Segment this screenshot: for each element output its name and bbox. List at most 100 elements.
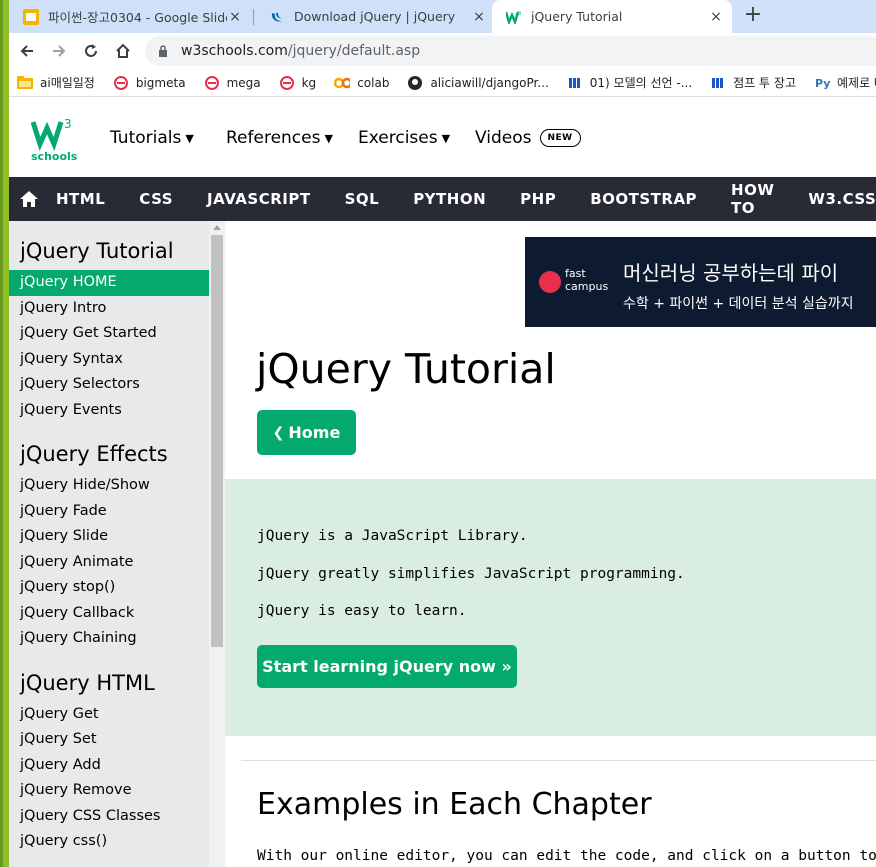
- sidebar-item-jquery-get-started[interactable]: jQuery Get Started: [9, 321, 209, 347]
- tab-bar: 파이썬-장고0304 - Google Slide × Download jQu…: [9, 0, 876, 33]
- google-slides-icon: [23, 8, 39, 25]
- sidebar-item-jquery-home[interactable]: jQuery HOME: [9, 270, 209, 296]
- main-content: fast campus 머신러닝 공부하는데 파이 수학 + 파이썬 + 데이터 …: [225, 221, 876, 867]
- ad-subline: 수학 + 파이썬 + 데이터 분석 실습까지: [623, 296, 854, 312]
- bookmark-kg[interactable]: kg: [279, 75, 316, 91]
- sidebar-item-jquery-syntax[interactable]: jQuery Syntax: [9, 347, 209, 373]
- sidebar-item-jquery-slide[interactable]: jQuery Slide: [9, 524, 209, 550]
- intro-line: jQuery is a JavaScript Library.: [257, 528, 528, 544]
- ad-headline: 머신러닝 공부하는데 파이: [623, 261, 839, 285]
- bookmark-jump-to-django[interactable]: 점프 투 장고: [710, 74, 796, 91]
- topic-html[interactable]: HTML: [39, 190, 122, 208]
- sidebar-heading: jQuery Effects: [20, 442, 168, 466]
- topic-how-to[interactable]: HOW TO: [714, 181, 791, 217]
- sidebar-item-jquery-animate[interactable]: jQuery Animate: [9, 550, 209, 576]
- sidebar-item-jquery-fade[interactable]: jQuery Fade: [9, 499, 209, 525]
- sidebar-item-jquery-events[interactable]: jQuery Events: [9, 398, 209, 424]
- topic-bootstrap[interactable]: BOOTSTRAP: [573, 190, 714, 208]
- scrollbar-thumb[interactable]: [211, 235, 223, 647]
- sidebar-item-jquery-get[interactable]: jQuery Get: [9, 702, 209, 728]
- sidebar-scrollbar[interactable]: [209, 221, 225, 867]
- topic-w3css[interactable]: W3.CSS: [791, 190, 876, 208]
- home-icon: [116, 43, 130, 58]
- bookmark-label: 예제로 배...: [837, 76, 876, 90]
- topic-css[interactable]: CSS: [122, 190, 190, 208]
- sidebar-item-jquery-intro[interactable]: jQuery Intro: [9, 296, 209, 322]
- section-text: With our online editor, you can edit the…: [257, 848, 876, 864]
- intro-line: jQuery is easy to learn.: [257, 603, 467, 619]
- lock-icon: [157, 44, 169, 58]
- nav-tutorials[interactable]: Tutorials ▼: [110, 128, 194, 148]
- tab-google-slides[interactable]: 파이썬-장고0304 - Google Slide ×: [9, 0, 251, 33]
- close-icon[interactable]: ×: [471, 9, 487, 25]
- sidebar-item-jquery-hide-show[interactable]: jQuery Hide/Show: [9, 473, 209, 499]
- bookmark-label: ai매일일정: [40, 76, 95, 90]
- colab-icon: [334, 75, 351, 91]
- home-button[interactable]: ❮ Home: [257, 410, 356, 455]
- w3schools-logo[interactable]: 3 schools: [30, 114, 83, 163]
- bookmark-mega[interactable]: mega: [204, 75, 261, 91]
- forward-button[interactable]: [47, 39, 71, 63]
- red-circle-icon: [279, 75, 295, 91]
- wikidocs-icon: [567, 75, 583, 91]
- sidebar-item-jquery-add[interactable]: jQuery Add: [9, 753, 209, 779]
- bookmark-model-declaration[interactable]: 01) 모델의 선언 -...: [567, 74, 692, 91]
- folder-icon: [17, 75, 33, 91]
- bookmark-label: colab: [357, 75, 390, 90]
- chevron-left-icon: ❮: [272, 424, 285, 441]
- bookmark-github[interactable]: aliciawill/djangoPr...: [407, 75, 549, 91]
- tab-title: 파이썬-장고0304 - Google Slide: [48, 10, 227, 25]
- svg-text:3: 3: [518, 11, 521, 17]
- ad-brand: fast campus: [565, 267, 609, 293]
- reload-icon: [85, 44, 97, 57]
- topic-php[interactable]: PHP: [503, 190, 573, 208]
- bookmark-colab[interactable]: colab: [334, 75, 389, 91]
- home-button[interactable]: [111, 39, 135, 63]
- sidebar-item-jquery-remove[interactable]: jQuery Remove: [9, 778, 209, 804]
- advertisement-banner[interactable]: fast campus 머신러닝 공부하는데 파이 수학 + 파이썬 + 데이터 …: [525, 237, 876, 327]
- tab-download-jquery[interactable]: Download jQuery | jQuery ×: [255, 0, 495, 33]
- red-circle-icon: [113, 75, 129, 91]
- svg-text:Py: Py: [815, 77, 830, 90]
- bookmark-bigmeta[interactable]: bigmeta: [113, 75, 186, 91]
- nav-exercises[interactable]: Exercises ▼: [358, 128, 450, 148]
- nav-references[interactable]: References ▼: [226, 128, 333, 148]
- topic-sql[interactable]: SQL: [328, 190, 397, 208]
- sidebar-item-jquery-css-classes[interactable]: jQuery CSS Classes: [9, 804, 209, 830]
- bookmark-label: 점프 투 장고: [733, 76, 796, 90]
- topic-python[interactable]: PYTHON: [396, 190, 503, 208]
- topic-javascript[interactable]: JAVASCRIPT: [190, 190, 328, 208]
- python-icon: Py: [814, 74, 830, 91]
- tab-jquery-tutorial[interactable]: 3 jQuery Tutorial ×: [492, 0, 732, 33]
- svg-text:3: 3: [64, 117, 72, 131]
- nav-label: Videos: [475, 128, 532, 148]
- bookmark-label: bigmeta: [135, 75, 186, 90]
- sidebar-item-jquery-selectors[interactable]: jQuery Selectors: [9, 372, 209, 398]
- reload-button[interactable]: [79, 39, 103, 63]
- sidebar-item-jquery-stop[interactable]: jQuery stop(): [9, 575, 209, 601]
- sidebar-item-jquery-css[interactable]: jQuery css(): [9, 829, 209, 855]
- bookmark-ai-schedule[interactable]: ai매일일정: [17, 74, 95, 91]
- divider: [241, 760, 876, 761]
- bookmark-python-examples[interactable]: Py 예제로 배...: [814, 74, 876, 91]
- sidebar-item-jquery-callback[interactable]: jQuery Callback: [9, 601, 209, 627]
- back-button[interactable]: [15, 39, 39, 63]
- sidebar: jQuery Tutorial jQuery HOME jQuery Intro…: [9, 221, 209, 867]
- close-icon[interactable]: ×: [227, 9, 243, 25]
- start-learning-button[interactable]: Start learning jQuery now »: [257, 645, 517, 688]
- new-tab-button[interactable]: +: [741, 4, 765, 28]
- close-icon[interactable]: ×: [708, 9, 724, 25]
- sidebar-item-jquery-chaining[interactable]: jQuery Chaining: [9, 626, 209, 652]
- home-link[interactable]: [19, 177, 39, 221]
- bookmark-label: 01) 모델의 선언 -...: [589, 76, 693, 90]
- scroll-up-arrow-icon[interactable]: [213, 225, 221, 230]
- address-bar[interactable]: w3schools.com/jquery/default.asp: [145, 36, 876, 66]
- left-window-edge: [0, 0, 9, 867]
- sidebar-heading: jQuery Tutorial: [20, 239, 174, 263]
- nav-videos[interactable]: Videos NEW: [475, 128, 581, 148]
- bookmark-label: mega: [226, 75, 261, 90]
- sidebar-item-jquery-set[interactable]: jQuery Set: [9, 727, 209, 753]
- github-icon: [407, 75, 423, 91]
- wikidocs-icon: [710, 75, 726, 91]
- red-circle-icon: [204, 75, 220, 91]
